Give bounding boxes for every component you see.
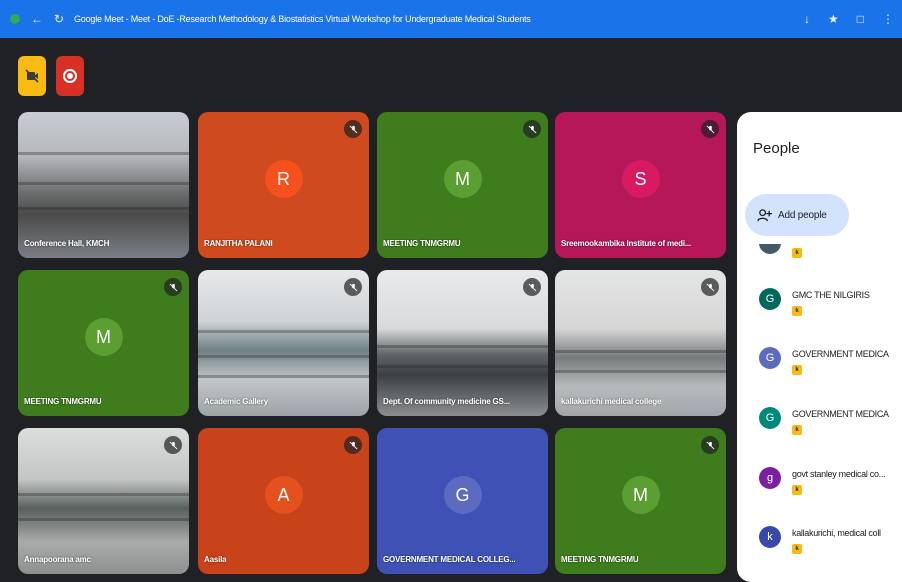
tabs-icon[interactable]: □ (857, 12, 864, 26)
participant-badge: k (792, 485, 802, 495)
people-panel-title: People (753, 140, 800, 157)
participant-name: GOVERNMENT MEDICAL COLLEG... (383, 555, 516, 564)
participant-badge: k (792, 248, 802, 258)
record-icon (63, 69, 77, 83)
mic-off-icon (164, 436, 182, 454)
mic-off-icon (523, 120, 541, 138)
participant-name: govt stanley medical co... (792, 469, 886, 479)
mic-off-icon (344, 436, 362, 454)
participant-row[interactable]: g govt stanley medical co... k (759, 467, 902, 507)
participant-name: MEETING TNMGRMU (24, 397, 102, 406)
back-arrow-icon[interactable]: ← (30, 12, 44, 26)
participant-tile-academic-gallery[interactable]: Academic Gallery (198, 270, 369, 416)
participant-row[interactable]: G GOVERNMENT MEDICA k (759, 347, 902, 387)
participant-name: GOVERNMENT MEDICA (792, 409, 889, 419)
mic-off-icon (701, 120, 719, 138)
camera-off-button[interactable] (18, 56, 46, 96)
mic-off-icon (164, 278, 182, 296)
participant-name: GMC THE NILGIRIS (792, 290, 870, 300)
participant-grid: Conference Hall, KMCH R RANJITHA PALANI … (18, 112, 726, 574)
participant-avatar: G (443, 476, 482, 515)
participant-name: kallakurichi, medical coll (792, 528, 881, 538)
participant-avatar (759, 244, 781, 254)
participant-name: Sreemookambika Institute of medi... (561, 239, 691, 248)
participant-badge: k (792, 544, 802, 554)
browser-titlebar: ← ↻ Google Meet - Meet - DoE -Research M… (0, 0, 902, 38)
participant-badge: k (792, 306, 802, 316)
participant-row-partial[interactable]: k (759, 244, 902, 262)
participant-name: kallakurichi medical college (561, 397, 662, 406)
mic-off-icon (701, 436, 719, 454)
participant-row[interactable]: G GOVERNMENT MEDICA k (759, 407, 902, 447)
pin-icon[interactable]: ★ (828, 12, 839, 26)
participant-tile-conference-hall[interactable]: Conference Hall, KMCH (18, 112, 189, 258)
add-people-button[interactable]: Add people (745, 194, 849, 236)
mic-off-icon (523, 278, 541, 296)
participant-name: MEETING TNMGRMU (561, 555, 639, 564)
participant-badge: k (792, 365, 802, 375)
participant-avatar: M (443, 160, 482, 199)
participant-tile-ranjitha-palani[interactable]: R RANJITHA PALANI (198, 112, 369, 258)
camera-off-icon (25, 69, 39, 83)
participant-tile-meeting-tnmgrmu[interactable]: M MEETING TNMGRMU (18, 270, 189, 416)
participant-avatar: k (759, 526, 781, 548)
participant-avatar: M (84, 318, 123, 357)
participant-name: Aasila (204, 555, 227, 564)
participant-avatar: g (759, 467, 781, 489)
participant-tile-sreemookambika[interactable]: S Sreemookambika Institute of medi... (555, 112, 726, 258)
participant-tile-community-medicine[interactable]: Dept. Of community medicine GS... (377, 270, 548, 416)
participant-tile-aasila[interactable]: A Aasila (198, 428, 369, 574)
meet-favicon (8, 12, 22, 26)
add-person-icon (757, 208, 772, 221)
participant-tile-kallakurichi[interactable]: kallakurichi medical college (555, 270, 726, 416)
page-title: Google Meet - Meet - DoE -Research Metho… (74, 14, 531, 24)
reload-icon[interactable]: ↻ (52, 12, 66, 26)
participant-tile-annapoorana[interactable]: Annapoorana amc (18, 428, 189, 574)
participant-name: Dept. Of community medicine GS... (383, 397, 510, 406)
participant-avatar: G (759, 407, 781, 429)
participant-name: Academic Gallery (204, 397, 268, 406)
add-people-label: Add people (778, 209, 827, 221)
participant-avatar: G (759, 347, 781, 369)
download-icon[interactable]: ↓ (804, 12, 810, 26)
participant-avatar: M (621, 476, 660, 515)
participant-avatar: A (264, 476, 303, 515)
participant-tile-government-medical-college[interactable]: G GOVERNMENT MEDICAL COLLEG... (377, 428, 548, 574)
participant-tile-meeting-tnmgrmu[interactable]: M MEETING TNMGRMU (555, 428, 726, 574)
participant-row[interactable]: k kallakurichi, medical coll k (759, 526, 902, 566)
participant-name: MEETING TNMGRMU (383, 239, 461, 248)
mic-off-icon (701, 278, 719, 296)
participant-name: RANJITHA PALANI (204, 239, 273, 248)
people-panel: People Add people k G GMC THE NILGIRIS k… (737, 112, 902, 582)
participant-avatar: S (621, 160, 660, 199)
mic-off-icon (344, 120, 362, 138)
participant-tile-meeting-tnmgrmu[interactable]: M MEETING TNMGRMU (377, 112, 548, 258)
participant-avatar: G (759, 288, 781, 310)
participant-row[interactable]: G GMC THE NILGIRIS k (759, 288, 902, 328)
participant-name: GOVERNMENT MEDICA (792, 349, 889, 359)
participant-name: Annapoorana amc (24, 555, 91, 564)
participant-avatar: R (264, 160, 303, 199)
mic-off-icon (344, 278, 362, 296)
record-button[interactable] (56, 56, 84, 96)
more-vert-icon[interactable]: ⋮ (882, 12, 894, 26)
participant-badge: k (792, 425, 802, 435)
participant-name: Conference Hall, KMCH (24, 239, 110, 248)
